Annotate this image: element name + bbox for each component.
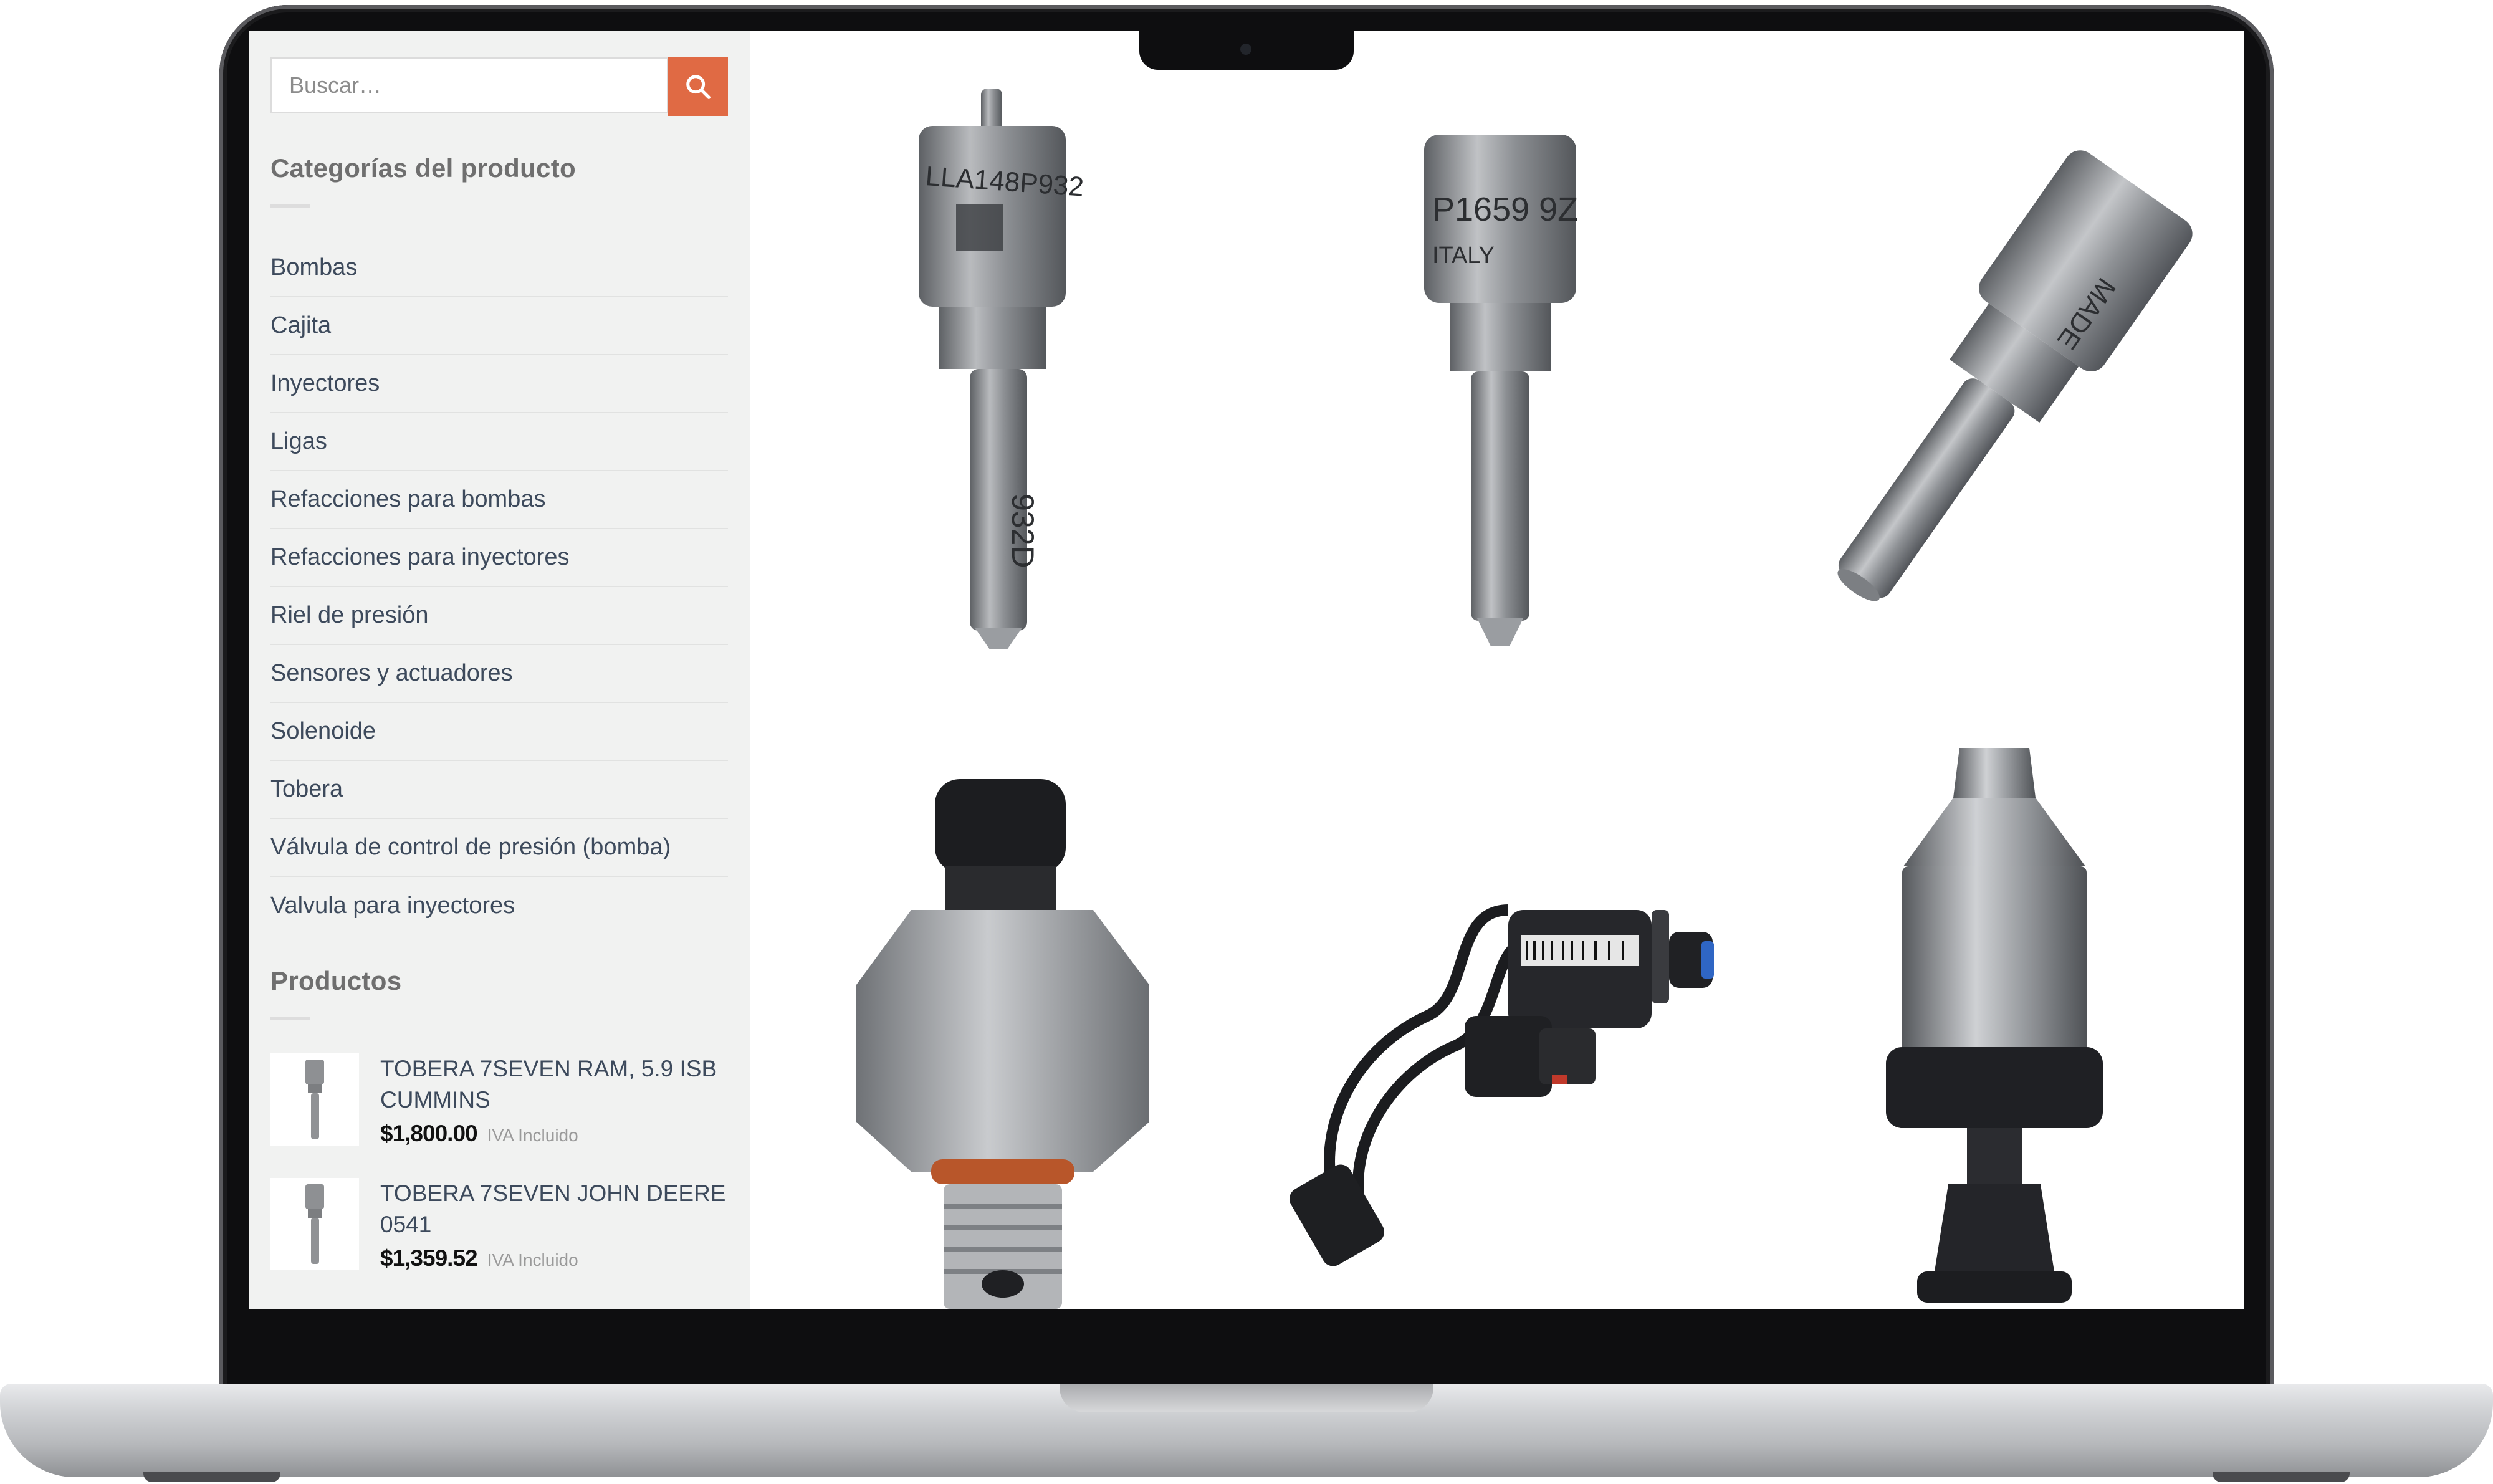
category-item-refacciones-bombas[interactable]: Refacciones para bombas bbox=[270, 471, 728, 529]
category-list: Bombas Cajita Inyectores Ligas Refaccion… bbox=[270, 239, 728, 935]
nozzle-engraving-bottom: 932D bbox=[1005, 494, 1040, 568]
nozzle-engraving-bottom: ITALY bbox=[1432, 242, 1495, 269]
product-tax-note: IVA Incluido bbox=[487, 1126, 578, 1145]
product-widget-list: TOBERA 7SEVEN RAM, 5.9 ISB CUMMINS $1,80… bbox=[270, 1053, 732, 1303]
product-tile-2[interactable]: P1659 9Z ITALY bbox=[1265, 57, 1731, 693]
category-item-valvula-inyectores[interactable]: Valvula para inyectores bbox=[270, 877, 728, 935]
product-price-row: $1,359.52 IVA Incluido bbox=[380, 1245, 578, 1271]
injector-nozzle-image: P1659 9Z ITALY bbox=[1424, 135, 1578, 646]
product-widget-item: TOBERA 7SEVEN JOHN DEERE 0541 $1,359.52 … bbox=[270, 1178, 732, 1303]
category-item-tobera[interactable]: Tobera bbox=[270, 761, 728, 819]
product-tile-3[interactable]: MADE bbox=[1761, 57, 2227, 693]
product-tax-note: IVA Incluido bbox=[487, 1250, 578, 1270]
categories-title: Categorías del producto bbox=[270, 153, 576, 183]
camera-icon bbox=[1240, 44, 1251, 55]
product-tile-4[interactable] bbox=[769, 723, 1235, 1309]
injector-nozzle-image: LLA148P932 932D bbox=[919, 89, 1085, 649]
nozzle-engraving-top: P1659 9Z bbox=[1432, 191, 1578, 228]
product-thumbnail[interactable] bbox=[270, 1053, 359, 1146]
product-grid: LLA148P932 932D P1659 9Z ITALY MADE bbox=[769, 57, 2227, 1309]
laptop-foot-left bbox=[143, 1472, 280, 1482]
category-item-cajita[interactable]: Cajita bbox=[270, 297, 728, 355]
category-item-refacciones-inyectores[interactable]: Refacciones para inyectores bbox=[270, 529, 728, 587]
category-item-sensores-actuadores[interactable]: Sensores y actuadores bbox=[270, 645, 728, 703]
products-title: Productos bbox=[270, 966, 402, 995]
category-item-solenoide[interactable]: Solenoide bbox=[270, 703, 728, 761]
category-item-inyectores[interactable]: Inyectores bbox=[270, 355, 728, 413]
product-price-row: $1,800.00 IVA Incluido bbox=[380, 1121, 578, 1147]
nozzle-thumbnail-icon bbox=[305, 1184, 324, 1264]
product-tile-6[interactable] bbox=[1761, 723, 2227, 1309]
product-name-link[interactable]: TOBERA 7SEVEN JOHN DEERE 0541 bbox=[380, 1178, 729, 1240]
injector-valve-assembly-image bbox=[1886, 748, 2103, 1303]
nozzle-thumbnail-icon bbox=[305, 1060, 324, 1139]
product-name-link[interactable]: TOBERA 7SEVEN RAM, 5.9 ISB CUMMINS bbox=[380, 1053, 729, 1116]
shop-sidebar: Categorías del producto Bombas Cajita In… bbox=[249, 31, 750, 1309]
search-icon bbox=[686, 75, 711, 99]
category-item-ligas[interactable]: Ligas bbox=[270, 413, 728, 471]
category-item-riel-presion[interactable]: Riel de presión bbox=[270, 587, 728, 645]
category-item-valvula-control-presion[interactable]: Válvula de control de presión (bomba) bbox=[270, 819, 728, 877]
injector-nozzle-angled-image: MADE bbox=[1837, 150, 2193, 601]
categories-title-divider bbox=[270, 204, 310, 208]
camera-notch bbox=[1139, 31, 1354, 70]
search-form bbox=[270, 57, 728, 116]
pressure-sensor-image bbox=[856, 779, 1149, 1309]
products-title-divider bbox=[270, 1017, 310, 1020]
product-widget-item: TOBERA 7SEVEN RAM, 5.9 ISB CUMMINS $1,80… bbox=[270, 1053, 732, 1178]
search-input[interactable] bbox=[270, 57, 668, 113]
category-item-bombas[interactable]: Bombas bbox=[270, 239, 728, 297]
laptop-base-notch bbox=[1060, 1384, 1433, 1412]
product-tile-5[interactable] bbox=[1265, 723, 1731, 1309]
laptop-foot-right bbox=[2213, 1472, 2350, 1482]
product-thumbnail[interactable] bbox=[270, 1178, 359, 1270]
search-button[interactable] bbox=[668, 57, 728, 116]
solenoid-valve-image bbox=[1289, 904, 1714, 1266]
product-tile-1[interactable]: LLA148P932 932D bbox=[769, 57, 1235, 693]
product-price: $1,359.52 bbox=[380, 1245, 478, 1271]
product-price: $1,800.00 bbox=[380, 1121, 478, 1146]
laptop-screen: Categorías del producto Bombas Cajita In… bbox=[249, 31, 2244, 1309]
